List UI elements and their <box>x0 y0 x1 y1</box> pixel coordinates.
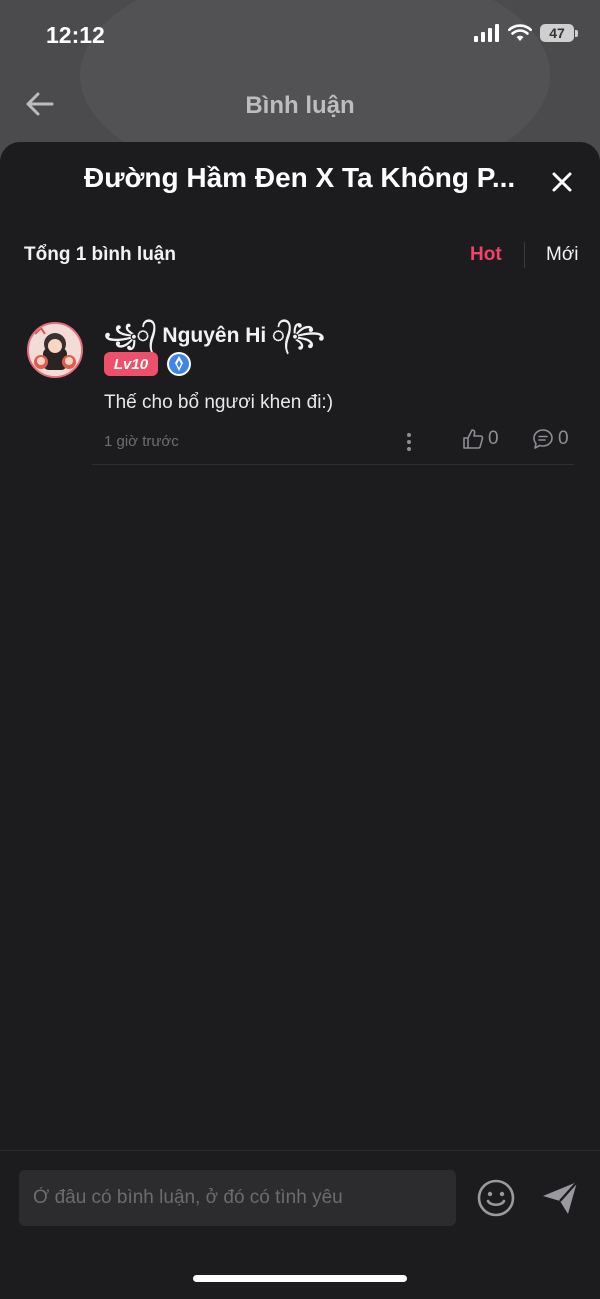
battery-indicator: 47 <box>540 24 578 42</box>
avatar[interactable] <box>27 322 83 378</box>
signal-icon <box>474 24 499 42</box>
reply-count: 0 <box>558 428 569 449</box>
like-count: 0 <box>488 428 499 449</box>
more-options-icon[interactable] <box>402 430 416 454</box>
status-icons: 47 <box>474 24 578 42</box>
background-page: 12:12 47 Bình luận <box>0 0 600 160</box>
comment-item: ꧁᭄ Nguyên Hi ᭄꧂ Lv10 Thế cho bổ ngươi kh… <box>0 312 600 472</box>
sort-hot-tab[interactable]: Hot <box>470 244 502 266</box>
close-icon[interactable] <box>546 166 578 198</box>
reply-button[interactable]: 0 <box>532 428 569 450</box>
comment-count: Tổng 1 bình luận <box>24 244 176 265</box>
status-time: 12:12 <box>46 22 105 48</box>
send-icon[interactable] <box>540 1178 580 1218</box>
home-indicator[interactable] <box>193 1275 407 1282</box>
thumbs-up-icon <box>463 429 484 449</box>
avatar-illustration-icon <box>29 324 81 376</box>
comment-timestamp: 1 giờ trước <box>104 433 179 450</box>
composer-divider <box>0 1150 600 1151</box>
sort-divider <box>524 242 525 268</box>
wifi-icon <box>508 24 532 41</box>
emoji-icon[interactable] <box>476 1178 516 1218</box>
comment-input-box[interactable] <box>19 1170 456 1226</box>
like-button[interactable]: 0 <box>462 428 499 450</box>
comment-input[interactable] <box>31 1186 444 1210</box>
page-title: Bình luận <box>245 92 355 119</box>
vip-badge-icon <box>167 352 191 376</box>
sheet-title: Đường Hầm Đen X Ta Không P... <box>84 162 516 193</box>
comment-bubble-icon <box>533 429 553 449</box>
comments-sheet: Đường Hầm Đen X Ta Không P... Tổng 1 bìn… <box>0 142 600 1299</box>
sort-new-tab[interactable]: Mới <box>546 244 579 266</box>
comment-divider <box>92 464 574 465</box>
comment-text: Thế cho bổ ngươi khen đi:) <box>104 392 334 413</box>
level-badge: Lv10 <box>104 352 158 376</box>
